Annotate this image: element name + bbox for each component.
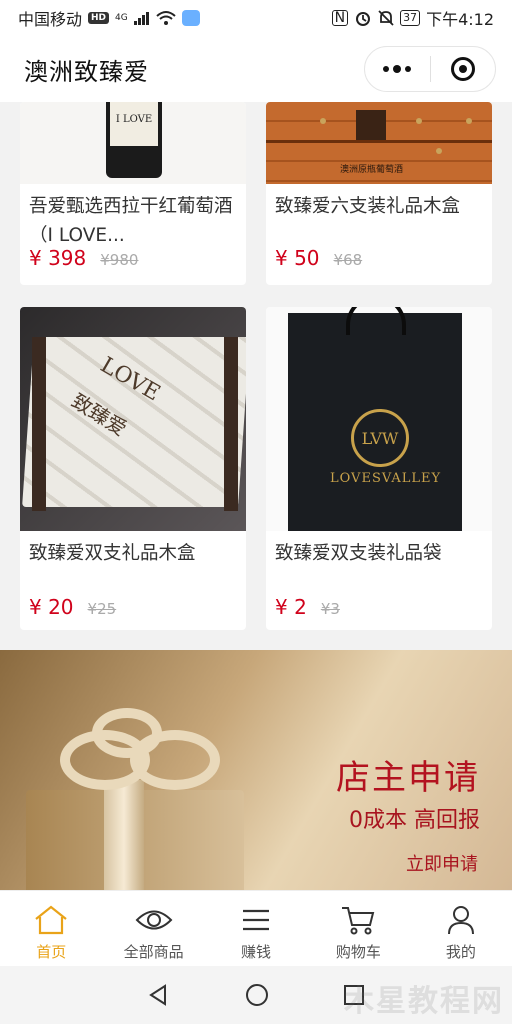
tab-label: 我的 [445, 943, 476, 961]
box-stamp [356, 110, 386, 140]
network-label: 4G [115, 13, 128, 23]
alarm-icon [356, 12, 371, 26]
product-image[interactable]: 澳洲原瓶葡萄酒 [266, 102, 492, 184]
tab-home[interactable]: 首页 [0, 891, 102, 966]
product-card[interactable]: LVW LOVESVALLEY 致臻爱双支装礼品袋 ¥ 2 ¥3 [266, 307, 492, 630]
bag-emblem: LVW [351, 409, 409, 467]
home-circle-icon[interactable] [244, 982, 270, 1008]
original-price: ¥980 [100, 251, 139, 269]
product-price: ¥ 2 [275, 595, 307, 619]
nfc-icon: N [331, 10, 349, 26]
banner-subtitle: 0成本 高回报 [349, 808, 480, 833]
product-price: ¥ 20 [29, 595, 74, 619]
banner-title: 店主申请 [336, 758, 480, 798]
status-bar: 中国移动 HD 4G N 37 下午4:12 [0, 0, 512, 36]
hd-badge: HD [88, 12, 110, 24]
back-icon[interactable] [147, 983, 171, 1007]
tab-earn[interactable]: 赚钱 [205, 891, 307, 966]
mini-program-capsule [364, 46, 496, 92]
user-icon [447, 906, 474, 935]
original-price: ¥3 [320, 600, 340, 618]
tab-label: 首页 [36, 943, 67, 961]
product-image[interactable]: LVW LOVESVALLEY [266, 307, 492, 531]
box-print: 澳洲原瓶葡萄酒 [340, 165, 404, 175]
cart-icon [342, 907, 375, 935]
original-price: ¥68 [333, 251, 363, 269]
tab-label: 购物车 [335, 943, 381, 961]
bottom-tab-bar: 首页 全部商品 赚钱 购物车 我的 [0, 890, 512, 966]
original-price: ¥25 [87, 600, 117, 618]
page-title: 澳洲致臻爱 [24, 57, 149, 86]
product-name[interactable]: 致臻爱双支礼品木盒 [29, 539, 238, 568]
product-name[interactable]: 吾爱甄选西拉干红葡萄酒（I LOVE... [29, 192, 238, 250]
title-bar: 澳洲致臻爱 [0, 36, 512, 102]
target-close-icon[interactable] [431, 47, 496, 91]
apply-now-link[interactable]: 立即申请 [406, 850, 478, 876]
shop-owner-banner[interactable]: 店主申请 0成本 高回报 立即申请 [0, 650, 512, 890]
product-price: ¥ 50 [275, 246, 320, 270]
eye-icon [135, 910, 173, 930]
bottle-label: I LOVE [110, 102, 158, 146]
product-image[interactable]: I LOVE [20, 102, 246, 184]
tab-label: 赚钱 [241, 943, 272, 961]
battery-icon: 37 [400, 10, 421, 26]
hotspot-icon [181, 10, 200, 26]
wifi-icon [156, 11, 176, 25]
product-feed[interactable]: I LOVE 吾爱甄选西拉干红葡萄酒（I LOVE... ¥ 398 ¥980 … [0, 102, 512, 890]
product-card[interactable]: 澳洲原瓶葡萄酒 致臻爱六支装礼品木盒 ¥ 50 ¥68 [266, 102, 492, 285]
tab-all-products[interactable]: 全部商品 [102, 891, 204, 966]
product-name[interactable]: 致臻爱六支装礼品木盒 [275, 192, 484, 221]
tab-label: 全部商品 [123, 943, 184, 961]
watermark: 木星教程网 [344, 984, 504, 1019]
wine-bottle-icon: I LOVE [106, 102, 162, 178]
menu-lines-icon [243, 909, 270, 931]
carrier-label: 中国移动 [18, 10, 83, 29]
bag-brand: LOVESVALLEY [330, 471, 442, 486]
product-price: ¥ 398 [29, 246, 87, 270]
mute-icon [378, 10, 394, 26]
signal-icon [133, 12, 149, 25]
product-card[interactable]: LOVE 致臻爱 致臻爱双支礼品木盒 ¥ 20 ¥25 [20, 307, 246, 630]
product-card[interactable]: I LOVE 吾爱甄选西拉干红葡萄酒（I LOVE... ¥ 398 ¥980 [20, 102, 246, 285]
tab-cart[interactable]: 购物车 [307, 891, 409, 966]
product-name[interactable]: 致臻爱双支装礼品袋 [275, 539, 484, 568]
more-dots-icon[interactable] [365, 47, 430, 91]
home-icon [35, 905, 67, 935]
time-label: 下午4:12 [426, 10, 494, 29]
product-image[interactable]: LOVE 致臻爱 [20, 307, 246, 531]
tab-mine[interactable]: 我的 [410, 891, 512, 966]
